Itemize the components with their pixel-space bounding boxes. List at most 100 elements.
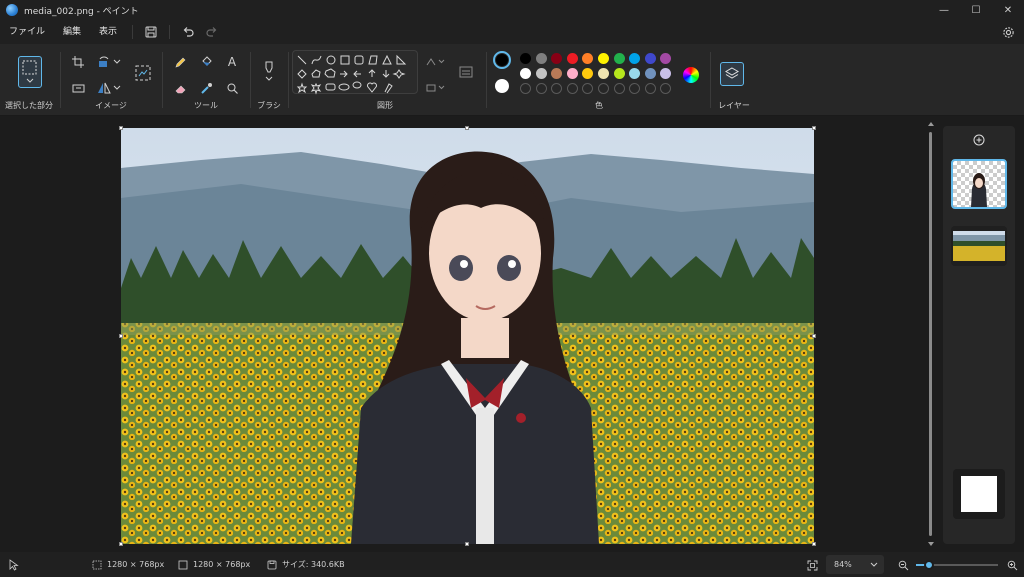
color-swatch[interactable] — [566, 68, 578, 79]
ribbon-divider — [486, 52, 487, 108]
color-swatch[interactable] — [644, 53, 656, 64]
color-swatch[interactable] — [566, 53, 578, 64]
layer-thumbnail-character[interactable] — [951, 159, 1007, 209]
image-group: イメージ — [62, 44, 160, 116]
custom-color-slot[interactable] — [535, 83, 547, 94]
primary-color-button[interactable] — [493, 51, 511, 69]
secondary-color-button[interactable] — [495, 79, 509, 93]
rotate-icon[interactable] — [96, 54, 112, 70]
shape-fill-icon[interactable] — [424, 80, 446, 96]
gear-icon[interactable] — [1000, 24, 1016, 40]
shape-outline-icon[interactable] — [424, 54, 446, 70]
color-swatch[interactable] — [644, 68, 656, 79]
scrollbar-thumb[interactable] — [929, 132, 932, 536]
minimize-button[interactable]: — — [928, 0, 960, 20]
custom-color-slot[interactable] — [598, 83, 609, 94]
fit-to-window-icon[interactable] — [804, 557, 820, 573]
fill-icon[interactable] — [198, 54, 214, 70]
menu-edit[interactable]: 編集 — [54, 20, 90, 44]
custom-color-slot[interactable] — [613, 83, 625, 94]
resize-handle[interactable] — [119, 334, 123, 338]
blank-layer-preview — [961, 476, 997, 512]
close-button[interactable]: ✕ — [992, 0, 1024, 20]
layers-label: レイヤー — [718, 101, 750, 110]
color-swatch[interactable] — [629, 68, 641, 79]
zoom-out-icon[interactable] — [895, 557, 911, 573]
color-swatch[interactable] — [520, 53, 531, 64]
menu-file[interactable]: ファイル — [0, 20, 54, 44]
color-swatch[interactable] — [551, 68, 563, 79]
vertical-scrollbar[interactable] — [926, 118, 936, 550]
canvas-workspace[interactable] — [0, 116, 936, 552]
shapes-label: 図形 — [377, 101, 393, 110]
color-swatch[interactable] — [629, 53, 641, 64]
resize-handle[interactable] — [465, 542, 469, 546]
undo-icon[interactable] — [176, 20, 200, 44]
maximize-button[interactable]: ☐ — [960, 0, 992, 20]
shapes-gallery[interactable] — [292, 50, 418, 95]
select-tool-button[interactable] — [18, 56, 42, 88]
chevron-down-icon[interactable] — [112, 80, 122, 96]
color-picker-icon[interactable] — [198, 80, 214, 96]
image-settings-icon[interactable] — [134, 64, 152, 82]
crop-icon[interactable] — [70, 54, 86, 70]
zoom-slider[interactable] — [916, 560, 998, 570]
redo-icon[interactable] — [200, 20, 224, 44]
custom-color-slot[interactable] — [582, 83, 594, 94]
color-swatch[interactable] — [598, 68, 609, 79]
eraser-icon[interactable] — [172, 80, 188, 96]
magnifier-icon[interactable] — [224, 80, 240, 96]
resize-icon[interactable] — [70, 80, 86, 96]
color-swatch[interactable] — [520, 68, 531, 79]
custom-color-slot[interactable] — [644, 83, 656, 94]
ribbon-divider — [60, 52, 61, 108]
resize-handle[interactable] — [119, 126, 123, 130]
edit-colors-icon[interactable] — [683, 67, 699, 83]
custom-color-slot[interactable] — [566, 83, 578, 94]
zoom-slider-thumb[interactable] — [924, 560, 935, 570]
color-swatch[interactable] — [535, 53, 547, 64]
layer-thumbnail-blank[interactable] — [953, 469, 1005, 519]
color-swatch[interactable] — [535, 68, 547, 79]
color-swatch[interactable] — [613, 68, 625, 79]
add-layer-button[interactable] — [971, 132, 987, 148]
color-swatch[interactable] — [582, 53, 594, 64]
color-swatch[interactable] — [598, 53, 609, 64]
tools-label: ツール — [194, 101, 218, 110]
custom-color-slot[interactable] — [660, 83, 672, 94]
line-width-icon[interactable] — [458, 64, 474, 80]
color-swatch[interactable] — [613, 53, 625, 64]
flip-icon[interactable] — [96, 80, 112, 96]
layer-thumbnail-background[interactable] — [951, 226, 1007, 266]
selection-size-icon — [92, 560, 102, 569]
resize-handle[interactable] — [812, 126, 816, 130]
menu-view[interactable]: 表示 — [90, 20, 126, 44]
custom-color-slot[interactable] — [520, 83, 531, 94]
pencil-icon[interactable] — [172, 54, 188, 70]
resize-handle[interactable] — [119, 542, 123, 546]
zoom-in-icon[interactable] — [1004, 557, 1020, 573]
zoom-dropdown[interactable]: 84% — [826, 555, 884, 574]
image-canvas[interactable] — [121, 128, 814, 544]
custom-color-slot[interactable] — [629, 83, 641, 94]
color-swatch[interactable] — [582, 68, 594, 79]
brush-icon[interactable] — [261, 60, 277, 82]
ribbon-divider — [710, 52, 711, 108]
layers-group: レイヤー — [712, 44, 756, 116]
file-size-status: サイズ: 340.6KB — [267, 552, 345, 577]
resize-handle[interactable] — [812, 542, 816, 546]
ribbon-divider — [162, 52, 163, 108]
text-tool-icon[interactable]: A — [224, 54, 240, 70]
custom-color-slot[interactable] — [551, 83, 563, 94]
resize-handle[interactable] — [465, 126, 469, 130]
colors-label: 色 — [595, 101, 603, 110]
layers-icon[interactable] — [720, 62, 744, 86]
color-swatch[interactable] — [660, 68, 672, 79]
color-swatch[interactable] — [551, 53, 563, 64]
scroll-up-icon[interactable] — [926, 120, 936, 128]
chevron-down-icon[interactable] — [112, 54, 122, 70]
resize-handle[interactable] — [812, 334, 816, 338]
save-icon[interactable] — [139, 20, 163, 44]
color-swatch[interactable] — [660, 53, 672, 64]
scroll-down-icon[interactable] — [926, 540, 936, 548]
